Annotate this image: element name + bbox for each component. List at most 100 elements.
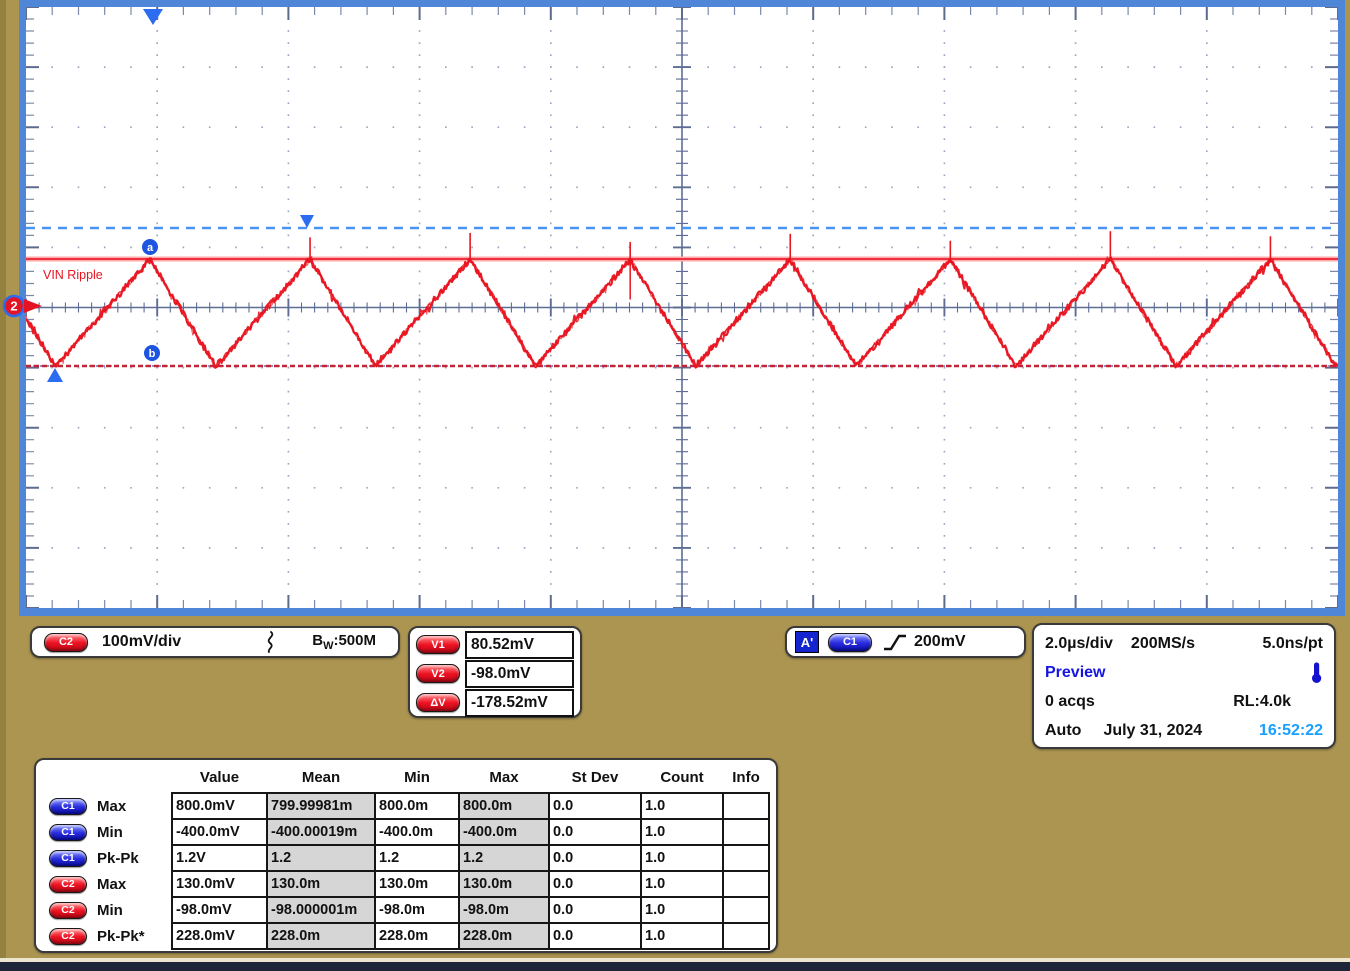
trigger-position-marker[interactable]: [143, 9, 163, 25]
measurement-cell: 228.0m: [459, 923, 549, 949]
measurement-cell: 1.2: [267, 845, 375, 871]
trigger-panel[interactable]: A' C1 200mV: [785, 626, 1026, 658]
measurement-cell: 130.0mV: [172, 871, 267, 897]
cursor-readout-row: V1 80.52mV: [410, 630, 580, 659]
measurement-cell: 228.0m: [375, 923, 459, 949]
measurement-name: Pk-Pk: [97, 850, 139, 867]
table-column-header: Mean: [267, 762, 375, 793]
table-column-header: Count: [641, 762, 723, 793]
resolution-label: 5.0ns/pt: [1263, 635, 1323, 653]
measurement-cell: -400.0m: [459, 819, 549, 845]
trigger-level-label: 200mV: [914, 633, 966, 651]
cursor-readout-row: ΔV -178.52mV: [410, 688, 580, 717]
table-column-header: Value: [172, 762, 267, 793]
channel-badge[interactable]: C2: [49, 928, 87, 945]
acquisition-count-label: 0 acqs: [1045, 693, 1095, 711]
measurement-cell: 1.0: [641, 845, 723, 871]
date-label: July 31, 2024: [1103, 722, 1202, 740]
waveform-label: VIN Ripple: [43, 268, 103, 282]
measurement-cell: -98.0mV: [172, 897, 267, 923]
channel-2-marker[interactable]: 2: [2, 293, 46, 319]
measurement-cell: [723, 897, 769, 923]
graticule-grid: [26, 7, 1338, 608]
channel-badge[interactable]: C1: [49, 824, 87, 841]
svg-text:a: a: [147, 242, 154, 254]
measurement-cell: 0.0: [549, 923, 641, 949]
measurement-name: Pk-Pk*: [97, 928, 145, 945]
trigger-a-badge[interactable]: A': [795, 631, 819, 653]
measurement-cell: 1.2: [459, 845, 549, 871]
cursor-value: -98.0mV: [465, 660, 574, 688]
trigger-source-badge[interactable]: C1: [828, 633, 872, 652]
cursor-a-handle[interactable]: a: [142, 239, 158, 255]
measurement-cell: 800.0mV: [172, 793, 267, 819]
measurement-name: Min: [97, 824, 123, 841]
channel-c2-badge[interactable]: C2: [44, 633, 88, 652]
measurement-cell: 1.0: [641, 819, 723, 845]
measurement-cell: 0.0: [549, 819, 641, 845]
cursor-badge[interactable]: ΔV: [416, 693, 460, 712]
window-edge: [0, 0, 6, 971]
measurement-cell: 1.0: [641, 897, 723, 923]
measurement-cell: 1.0: [641, 871, 723, 897]
cursor-value: 80.52mV: [465, 631, 574, 659]
measurement-cell: -400.0mV: [172, 819, 267, 845]
measurement-cell: 130.0m: [459, 871, 549, 897]
trigger-level-triangle[interactable]: [300, 215, 314, 228]
cursor-badge[interactable]: V2: [416, 664, 460, 683]
measurement-cell: 799.99981m: [267, 793, 375, 819]
table-column-header: Max: [459, 762, 549, 793]
acquisition-info-panel: 2.0µs/div 200MS/s 5.0ns/pt Preview 0 acq…: [1032, 623, 1336, 749]
clock-label: 16:52:22: [1259, 722, 1323, 740]
measurement-row: C1Min-400.0mV-400.00019m-400.0m-400.0m0.…: [41, 819, 769, 845]
measurement-cell: 228.0m: [267, 923, 375, 949]
cursor-readout-row: V2 -98.0mV: [410, 659, 580, 688]
channel-settings-panel[interactable]: C2 100mV/div BW:500M: [30, 626, 400, 658]
thermometer-icon: [1310, 662, 1323, 684]
channel-badge[interactable]: C2: [49, 902, 87, 919]
table-column-header: St Dev: [549, 762, 641, 793]
channel-badge[interactable]: C1: [49, 798, 87, 815]
measurement-cell: 130.0m: [267, 871, 375, 897]
cursor-b-handle[interactable]: b: [144, 345, 160, 361]
table-column-header: Min: [375, 762, 459, 793]
waveform-display[interactable]: a b VIN Ripple: [26, 7, 1338, 608]
measurement-cell: 1.2: [375, 845, 459, 871]
cursor-readout-panel: V1 80.52mV V2 -98.0mV ΔV -178.52mV: [408, 626, 582, 718]
channel-badge[interactable]: C2: [49, 876, 87, 893]
measurement-cell: [723, 793, 769, 819]
cursor-badge[interactable]: V1: [416, 635, 460, 654]
measurement-cell: 130.0m: [375, 871, 459, 897]
trough-marker-triangle[interactable]: [47, 368, 63, 382]
channel-scale-label: 100mV/div: [102, 633, 181, 651]
measurement-cell: [723, 845, 769, 871]
measurement-cell: -98.0m: [459, 897, 549, 923]
timebase-label: 2.0µs/div: [1045, 635, 1113, 653]
measurement-cell: [723, 819, 769, 845]
measurement-cell: 0.0: [549, 793, 641, 819]
scope-frame-top: [19, 0, 1345, 7]
svg-text:2: 2: [10, 299, 17, 314]
measurement-cell: -98.000001m: [267, 897, 375, 923]
measurement-row: C2Max130.0mV130.0m130.0m130.0m0.01.0: [41, 871, 769, 897]
measurement-cell: [723, 923, 769, 949]
measurement-row: C2Pk-Pk*228.0mV228.0m228.0m228.0m0.01.0: [41, 923, 769, 949]
preview-status-label: Preview: [1045, 664, 1105, 682]
cursor-value: -178.52mV: [465, 689, 574, 717]
scope-frame-right: [1338, 0, 1345, 616]
scope-frame-bottom: [19, 608, 1345, 616]
measurement-cell: 0.0: [549, 845, 641, 871]
measurement-cell: 800.0m: [459, 793, 549, 819]
table-column-header: Info: [723, 762, 769, 793]
measurement-name: Max: [97, 798, 126, 815]
rising-edge-icon: [882, 632, 909, 653]
measurement-cell: 228.0mV: [172, 923, 267, 949]
measurement-cell: 0.0: [549, 897, 641, 923]
tekscope-app: a b VIN Ripple 2 C2 100mV/div BW:500M V1…: [0, 0, 1350, 971]
channel-2-arrow-icon: [24, 299, 42, 313]
channel-badge[interactable]: C1: [49, 850, 87, 867]
measurement-cell: 1.2V: [172, 845, 267, 871]
coupling-icon: [262, 629, 278, 655]
measurement-cell: 800.0m: [375, 793, 459, 819]
measurement-name: Min: [97, 902, 123, 919]
